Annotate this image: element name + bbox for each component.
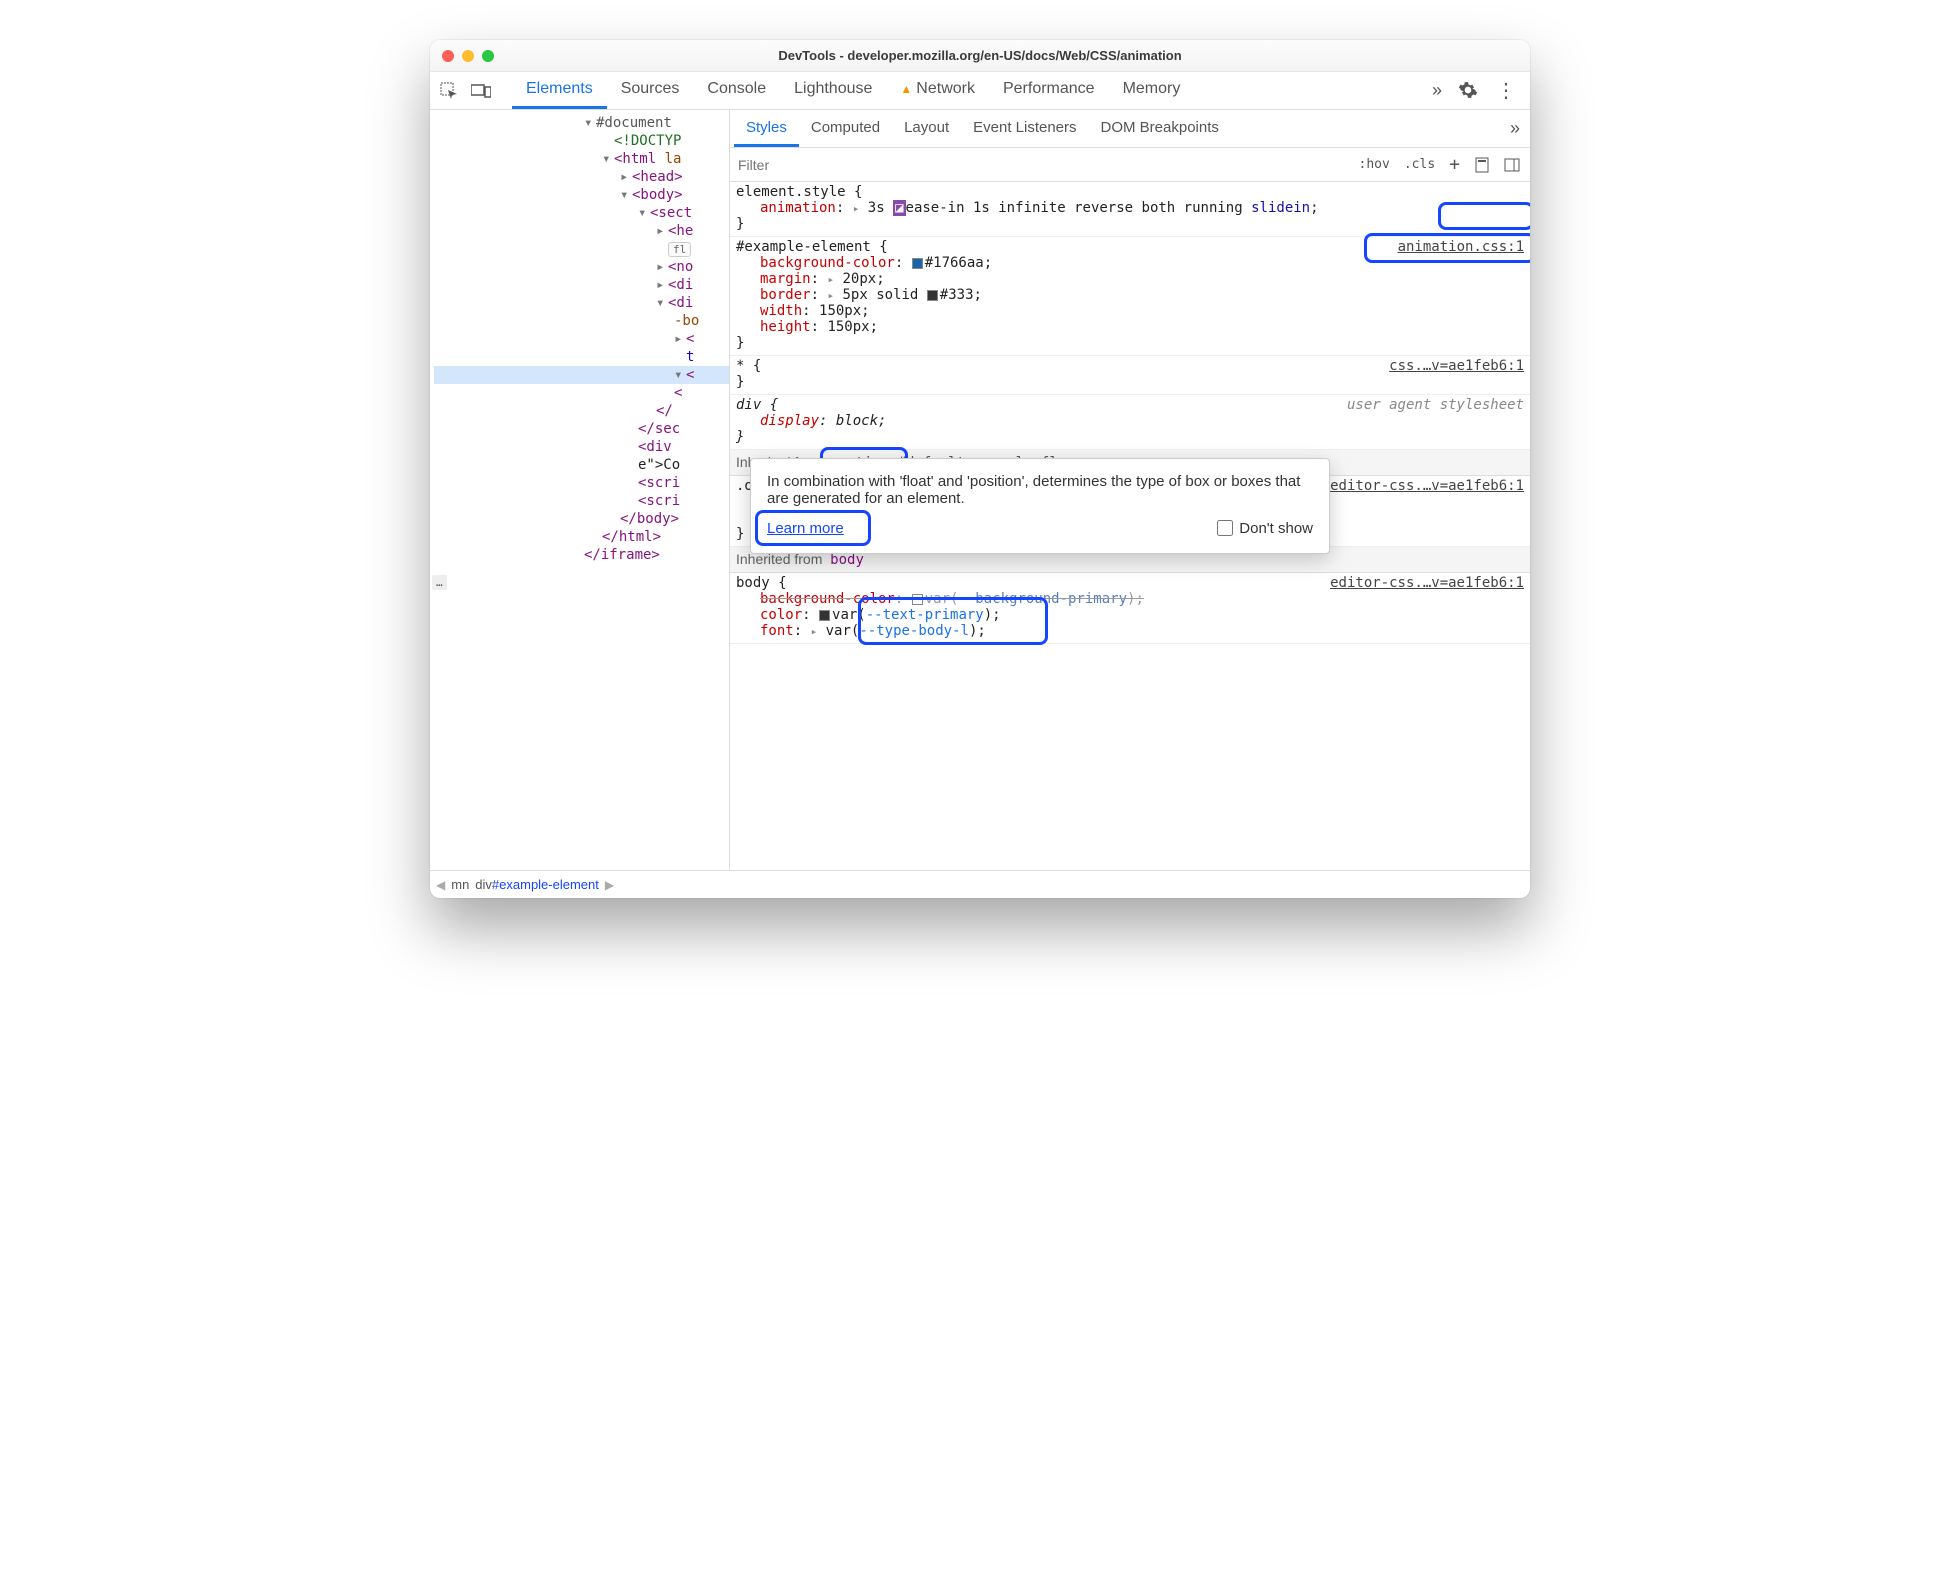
rule-body[interactable]: editor-css.…v=ae1feb6:1 body { backgroun…	[730, 573, 1530, 644]
subtab-computed[interactable]: Computed	[799, 111, 892, 147]
rule-element-style[interactable]: element.style { animation: ▸ 3s ◪ease-in…	[730, 182, 1530, 237]
dom-text: t	[686, 349, 694, 365]
minimize-icon[interactable]	[462, 50, 474, 62]
settings-icon[interactable]	[1458, 80, 1480, 102]
swatch-icon[interactable]	[912, 594, 923, 605]
rule-star[interactable]: css.…v=ae1feb6:1 * { }	[730, 356, 1530, 395]
dont-show-label[interactable]: Don't show	[1213, 517, 1313, 539]
zoom-icon[interactable]	[482, 50, 494, 62]
titlebar: DevTools - developer.mozilla.org/en-US/d…	[430, 40, 1530, 72]
rule-div-ua[interactable]: user agent stylesheet div { display: blo…	[730, 395, 1530, 450]
hov-button[interactable]: :hov	[1353, 153, 1396, 176]
subtab-dom-breakpoints[interactable]: DOM Breakpoints	[1089, 111, 1231, 147]
dom-div-out[interactable]: <div	[638, 439, 672, 455]
expand-icon[interactable]: ▸	[853, 202, 860, 215]
dom-section[interactable]: <sect	[650, 205, 692, 221]
tab-console[interactable]: Console	[693, 72, 780, 109]
subtab-styles[interactable]: Styles	[734, 111, 799, 147]
tab-sources[interactable]: Sources	[607, 72, 694, 109]
dom-div-1[interactable]: <di	[668, 277, 693, 293]
devtools-window: DevTools - developer.mozilla.org/en-US/d…	[430, 40, 1530, 898]
main-tabs: Elements Sources Console Lighthouse Netw…	[512, 72, 1194, 109]
dom-div-2[interactable]: <di	[668, 295, 693, 311]
tab-memory[interactable]: Memory	[1109, 72, 1195, 109]
subtabs-overflow-icon[interactable]: »	[1504, 118, 1526, 139]
dom-noscript[interactable]: <no	[668, 259, 693, 275]
easing-icon[interactable]: ◪	[893, 200, 905, 216]
dom-text-co: e">Co	[638, 457, 680, 473]
tooltip-text: In combination with 'float' and 'positio…	[767, 473, 1313, 507]
swatch-icon[interactable]	[912, 258, 923, 269]
animation-name-link[interactable]: slidein	[1251, 200, 1310, 216]
source-star[interactable]: css.…v=ae1feb6:1	[1389, 358, 1524, 374]
main-toolbar: Elements Sources Console Lighthouse Netw…	[430, 72, 1530, 110]
dom-close-iframe: </iframe>	[584, 547, 660, 563]
dom-close-1: </	[656, 403, 673, 419]
dom-script-1[interactable]: <scri	[638, 475, 680, 491]
source-animation-css[interactable]: animation.css:1	[1398, 239, 1524, 255]
dom-selected[interactable]: <	[686, 367, 694, 383]
filter-bar: :hov .cls +	[730, 148, 1530, 182]
computed-toggle-icon[interactable]	[1468, 153, 1496, 177]
chevron-right-icon[interactable]: ▶	[605, 878, 614, 892]
dom-tree[interactable]: #document <!DOCTYP <html la <head> <body…	[430, 110, 730, 870]
dom-head[interactable]: <head>	[632, 169, 683, 185]
device-icon[interactable]	[470, 80, 492, 102]
traffic-lights	[442, 50, 494, 62]
dom-close-body: </body>	[620, 511, 679, 527]
rule-example-element[interactable]: animation.css:1 #example-element { backg…	[730, 237, 1530, 356]
styles-subtabs: Styles Computed Layout Event Listeners D…	[730, 110, 1530, 148]
dom-close-sec: </sec	[638, 421, 680, 437]
dom-child-1[interactable]: <	[686, 331, 694, 347]
subtab-listeners[interactable]: Event Listeners	[961, 111, 1088, 147]
inspect-icon[interactable]	[438, 80, 460, 102]
css-var-text[interactable]: --text-primary	[866, 607, 984, 623]
window-title: DevTools - developer.mozilla.org/en-US/d…	[430, 48, 1530, 63]
dom-flex-badge[interactable]: fl	[668, 242, 691, 257]
close-icon[interactable]	[442, 50, 454, 62]
tab-elements[interactable]: Elements	[512, 72, 607, 109]
swatch-icon[interactable]	[819, 610, 830, 621]
dom-attr: -bo	[674, 313, 699, 329]
chevron-left-icon[interactable]: ◀	[436, 878, 445, 892]
crumb-selected[interactable]: div#example-element	[475, 877, 599, 892]
crumb-prev[interactable]: mn	[451, 877, 469, 892]
selector-element-style: element.style {	[736, 184, 1524, 200]
dom-overflow-badge[interactable]: …	[432, 575, 447, 590]
dom-child-2[interactable]: <	[674, 385, 682, 401]
filter-input[interactable]	[730, 157, 1353, 173]
tabs-overflow-icon[interactable]: »	[1426, 80, 1448, 101]
dom-document[interactable]: #document	[596, 115, 672, 131]
inherited-body-tag[interactable]: body	[830, 552, 864, 568]
css-var-body-l[interactable]: --type-body-l	[859, 623, 969, 639]
kebab-icon[interactable]: ⋮	[1490, 78, 1522, 103]
dom-body[interactable]: <body>	[632, 187, 683, 203]
new-rule-icon[interactable]: +	[1443, 150, 1466, 179]
dom-close-html: </html>	[602, 529, 661, 545]
source-ua: user agent stylesheet	[1347, 397, 1524, 413]
tab-performance[interactable]: Performance	[989, 72, 1109, 109]
dom-heading[interactable]: <he	[668, 223, 693, 239]
dom-html[interactable]: <html	[614, 151, 665, 167]
learn-more-link[interactable]: Learn more	[767, 520, 844, 537]
sidebar-toggle-icon[interactable]	[1498, 153, 1526, 177]
property-tooltip: In combination with 'float' and 'positio…	[750, 458, 1330, 554]
source-output[interactable]: editor-css.…v=ae1feb6:1	[1330, 478, 1524, 494]
prop-animation[interactable]: animation	[760, 200, 836, 216]
source-body[interactable]: editor-css.…v=ae1feb6:1	[1330, 575, 1524, 591]
tab-network[interactable]: Network	[886, 72, 989, 109]
breadcrumb[interactable]: ◀ mn div#example-element ▶	[430, 870, 1530, 898]
dom-doctype[interactable]: <!DOCTYP	[614, 133, 681, 149]
swatch-icon[interactable]	[927, 290, 938, 301]
tab-lighthouse[interactable]: Lighthouse	[780, 72, 886, 109]
subtab-layout[interactable]: Layout	[892, 111, 961, 147]
cls-button[interactable]: .cls	[1398, 153, 1441, 176]
dont-show-checkbox[interactable]	[1217, 520, 1233, 536]
dom-script-2[interactable]: <scri	[638, 493, 680, 509]
